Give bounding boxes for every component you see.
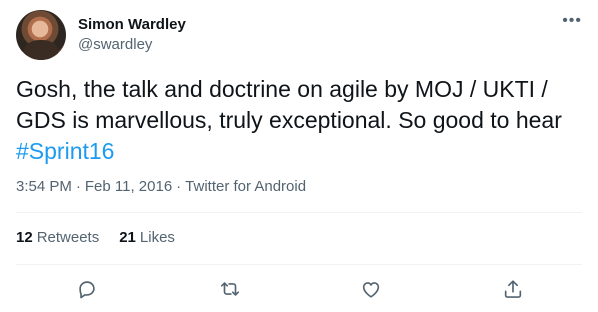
divider (16, 264, 582, 265)
hashtag-link[interactable]: #Sprint16 (16, 138, 114, 164)
user-handle[interactable]: @swardley (78, 35, 186, 55)
display-name[interactable]: Simon Wardley (78, 15, 186, 35)
avatar[interactable] (16, 10, 66, 60)
more-horizontal-icon[interactable]: ••• (562, 12, 582, 30)
retweets-stat[interactable]: 12 Retweets (16, 228, 99, 248)
action-bar (0, 272, 598, 306)
tweet-stats: 12 Retweets 21 Likes (16, 228, 175, 248)
retweet-icon[interactable] (217, 276, 243, 302)
tweet-text: Gosh, the talk and doctrine on agile by … (16, 74, 584, 167)
tweet-header: Simon Wardley @swardley (16, 10, 186, 60)
tweet-body: Gosh, the talk and doctrine on agile by … (16, 76, 562, 133)
tweet-meta: 3:54 PM · Feb 11, 2016 · Twitter for And… (16, 177, 306, 197)
reply-icon[interactable] (74, 276, 100, 302)
tweet-date[interactable]: Feb 11, 2016 (85, 177, 172, 197)
share-icon[interactable] (500, 276, 526, 302)
user-names: Simon Wardley @swardley (78, 15, 186, 55)
meta-separator: · (75, 178, 81, 195)
divider (16, 212, 582, 213)
like-icon[interactable] (358, 276, 384, 302)
likes-label: Likes (139, 229, 175, 246)
retweets-label: Retweets (36, 229, 100, 246)
meta-separator: · (176, 178, 182, 195)
tweet-time[interactable]: 3:54 PM (16, 177, 72, 197)
likes-count: 21 (119, 229, 136, 246)
retweets-count: 12 (16, 229, 33, 246)
likes-stat[interactable]: 21 Likes (119, 228, 175, 248)
tweet-source[interactable]: Twitter for Android (185, 177, 306, 197)
tweet-card: Simon Wardley @swardley ••• Gosh, the ta… (0, 0, 598, 312)
